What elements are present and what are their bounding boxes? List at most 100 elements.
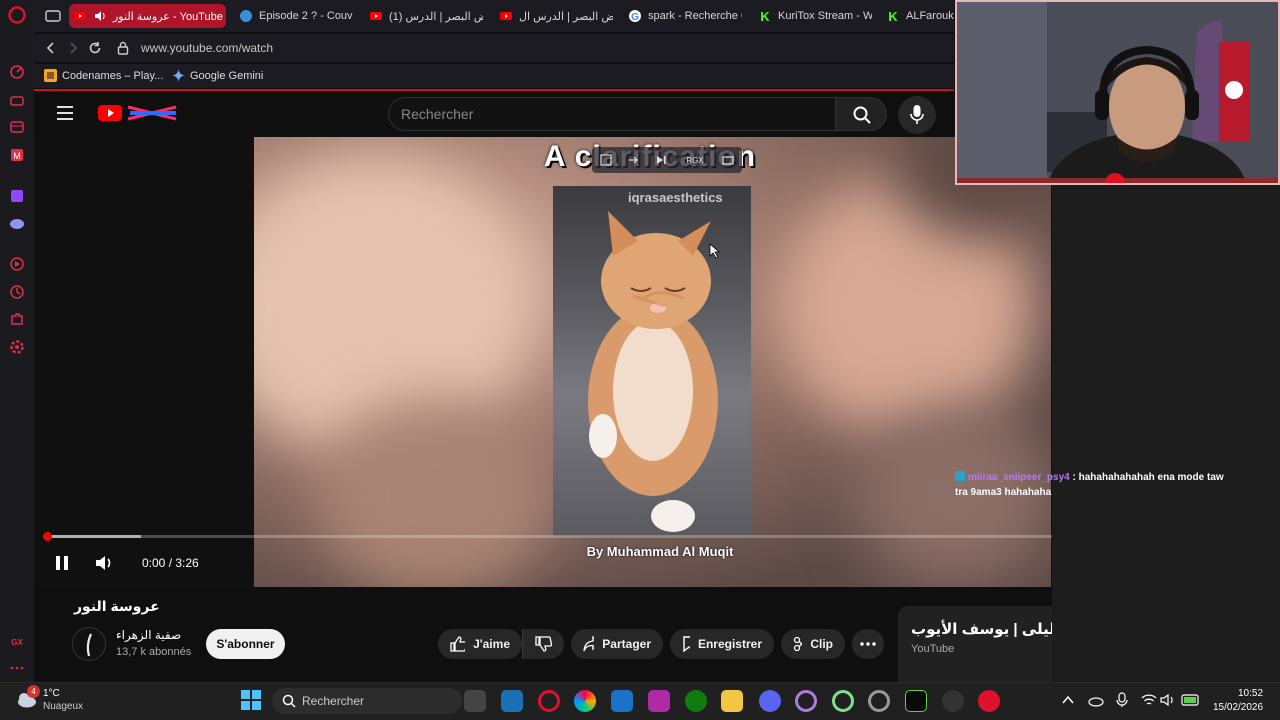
search-input[interactable]: Rechercher: [388, 97, 836, 131]
opera-app-icon[interactable]: [795, 690, 817, 712]
subscribe-button[interactable]: S'abonner: [206, 629, 285, 659]
edge-icon: [240, 10, 252, 22]
terminal-app-icon[interactable]: [905, 690, 927, 712]
settings-icon[interactable]: [9, 339, 25, 355]
tab-6[interactable]: K ALFarouk9: [882, 4, 954, 28]
tab-2[interactable]: (1) غض البصر | الدرس: [365, 4, 483, 28]
media-player-app-icon[interactable]: [978, 690, 1000, 712]
miniplayer-subtitle: YouTube: [911, 643, 955, 655]
photo-app-icon[interactable]: [648, 690, 670, 712]
channel-avatar[interactable]: [72, 627, 106, 661]
svg-text:K: K: [888, 9, 898, 23]
gx-icon[interactable]: GX: [9, 634, 25, 650]
bookmark-icon: [683, 636, 690, 652]
game-icon[interactable]: [9, 92, 25, 108]
youtube-logo-icon[interactable]: [98, 103, 180, 123]
discord-icon[interactable]: [9, 215, 25, 231]
opera-gx-app-icon[interactable]: [538, 690, 560, 712]
page-right-area: [1052, 185, 1280, 682]
xbox-app-icon[interactable]: [685, 690, 707, 712]
pip-icon[interactable]: [600, 154, 612, 166]
tray-cloud-icon[interactable]: [1088, 693, 1104, 707]
obs-app-icon[interactable]: [942, 690, 964, 712]
clock-date[interactable]: 15/02/2026: [1213, 702, 1263, 713]
tray-mic-icon[interactable]: [1116, 692, 1128, 708]
snapshot-icon[interactable]: [722, 154, 734, 166]
file-explorer-icon[interactable]: [721, 690, 743, 712]
opera-gray-app-icon[interactable]: [868, 690, 890, 712]
clock-time[interactable]: 10:52: [1238, 688, 1263, 699]
tab-0[interactable]: عروسة النور - YouTube (1): [69, 4, 226, 28]
share-button[interactable]: Partager: [571, 629, 663, 659]
rgx-icon[interactable]: RGX: [683, 153, 707, 167]
tab-label: غض البصر | الدرس ال: [519, 10, 613, 23]
clip-button[interactable]: Clip: [781, 629, 845, 659]
widgets-app-icon[interactable]: [501, 690, 523, 712]
opera-variant-app-icon[interactable]: [832, 690, 854, 712]
webcam-overlay: [955, 0, 1280, 185]
lock-icon[interactable]: [117, 41, 129, 55]
wifi-icon[interactable]: [1141, 693, 1157, 707]
pause-icon[interactable]: [54, 554, 70, 572]
back-icon[interactable]: [44, 41, 58, 55]
youtube-icon: [370, 12, 382, 20]
history-icon[interactable]: [9, 284, 25, 300]
search-button[interactable]: [835, 97, 887, 131]
like-button[interactable]: J'aime: [438, 629, 522, 659]
search-icon: [853, 106, 871, 124]
tab-5[interactable]: K KuriTox Stream - W: [754, 4, 872, 28]
opera-logo-icon[interactable]: [8, 6, 26, 24]
youtube-icon: [500, 12, 512, 20]
gmail-icon[interactable]: M: [9, 147, 25, 163]
bookmark-codenames[interactable]: Codenames – Play...: [44, 69, 163, 82]
wallet-icon[interactable]: [9, 119, 25, 135]
next-icon[interactable]: [655, 154, 667, 166]
weather-description: Nuageux: [43, 701, 84, 712]
share-icon: [583, 636, 595, 652]
speaker-icon[interactable]: [1160, 693, 1176, 707]
google-icon: G: [629, 10, 641, 23]
twitch-icon[interactable]: [9, 188, 25, 204]
store-app-icon[interactable]: [611, 690, 633, 712]
channel-name[interactable]: صفية الزهراء: [116, 628, 181, 642]
detach-icon[interactable]: [627, 154, 639, 166]
bookmark-gemini[interactable]: Google Gemini: [172, 69, 263, 82]
task-view-icon[interactable]: [464, 690, 486, 712]
windows-start-icon[interactable]: [241, 690, 261, 710]
tab-label: Episode 2 ? - Couve: [259, 10, 353, 22]
audio-icon[interactable]: [93, 9, 107, 23]
kick-icon: K: [760, 9, 770, 23]
url-field[interactable]: www.youtube.com/watch: [141, 41, 273, 55]
voice-search-button[interactable]: [898, 96, 936, 134]
progress-scrubber[interactable]: [43, 532, 52, 541]
hamburger-menu-icon[interactable]: [57, 106, 75, 120]
volume-icon[interactable]: [94, 554, 114, 572]
speed-dial-icon[interactable]: [9, 64, 25, 80]
feather-icon: [86, 633, 93, 657]
subscriber-count: 13,7 k abonnés: [116, 646, 192, 658]
taskbar-search[interactable]: Rechercher: [272, 688, 462, 714]
tray-chevron-up-icon[interactable]: [1062, 695, 1074, 705]
more-icon[interactable]: [9, 660, 25, 676]
mouse-cursor-icon: [709, 243, 721, 259]
battery-icon[interactable]: [1181, 694, 1201, 706]
extensions-icon[interactable]: [9, 311, 25, 327]
more-actions-button[interactable]: [852, 629, 884, 659]
tab-4[interactable]: G spark - Recherche G: [624, 4, 742, 28]
gemini-icon: [172, 69, 185, 82]
thumbs-down-icon: [535, 636, 552, 652]
notification-badge: 4: [27, 685, 40, 698]
youtube-icon: [74, 12, 86, 20]
tab-1[interactable]: Episode 2 ? - Couve: [235, 4, 353, 28]
share-label: Partager: [602, 637, 651, 651]
dislike-button[interactable]: [522, 629, 564, 659]
save-button[interactable]: Enregistrer: [670, 629, 774, 659]
tab-menu-icon[interactable]: [45, 9, 61, 23]
discord-app-icon[interactable]: [759, 690, 781, 712]
forward-icon[interactable]: [66, 41, 80, 55]
tab-3[interactable]: غض البصر | الدرس ال: [495, 4, 613, 28]
reload-icon[interactable]: [88, 41, 102, 55]
player-icon[interactable]: [9, 256, 25, 272]
copilot-app-icon[interactable]: [574, 690, 596, 712]
time-display: 0:00 / 3:26: [142, 556, 199, 570]
